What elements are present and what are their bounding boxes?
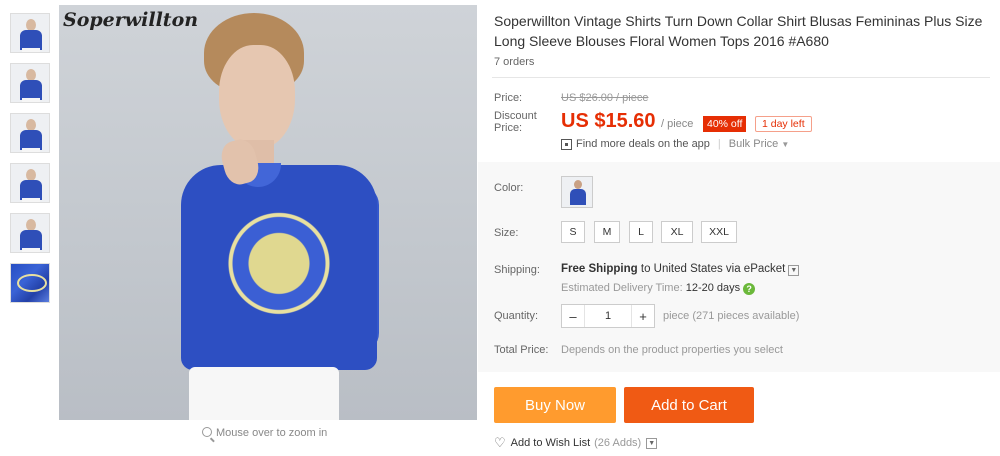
chevron-down-icon[interactable]: ▼ [646, 437, 658, 449]
app-deals-link[interactable]: Find more deals on the app [576, 138, 710, 150]
thumbnail-2[interactable] [10, 63, 50, 103]
delivery-estimate: Estimated Delivery Time: 12-20 days? [561, 282, 756, 295]
brand-watermark: Soperwillton [63, 9, 199, 31]
discount-price-label: Discount Price: [494, 110, 537, 134]
per-unit: / piece [661, 118, 694, 130]
size-option-xxl[interactable]: XXL [701, 221, 737, 243]
thumbnail-list [10, 13, 52, 313]
shipping-method[interactable]: Free Shipping to United States via ePack… [561, 263, 800, 276]
size-option-xl[interactable]: XL [661, 221, 693, 243]
quantity-label: Quantity: [494, 310, 539, 322]
chevron-down-icon[interactable]: ▼ [788, 265, 800, 276]
color-swatch[interactable] [561, 176, 593, 208]
add-to-wishlist[interactable]: ♡ Add to Wish List (26 Adds) ▼ [494, 435, 658, 451]
price-label: Price: [494, 92, 523, 104]
quantity-increase-button[interactable]: + [632, 305, 654, 327]
main-product-image[interactable]: Soperwillton [59, 5, 477, 420]
thumbnail-5[interactable] [10, 213, 50, 253]
size-label: Size: [494, 227, 519, 239]
thumbnail-3[interactable] [10, 113, 50, 153]
quantity-stepper: – 1 + [561, 304, 655, 328]
shipping-label: Shipping: [494, 264, 540, 276]
quantity-input[interactable]: 1 [584, 305, 632, 327]
stock-availability: piece (271 pieces available) [663, 310, 800, 322]
order-count[interactable]: 7 orders [494, 56, 534, 68]
color-label: Color: [494, 182, 524, 194]
size-option-s[interactable]: S [561, 221, 585, 243]
time-left-badge: 1 day left [755, 116, 812, 132]
discount-badge: 40% off [703, 116, 747, 132]
total-price-note: Depends on the product properties you se… [561, 344, 783, 356]
thumbnail-6[interactable] [10, 263, 50, 303]
size-option-l[interactable]: L [629, 221, 653, 243]
bulk-price-dropdown[interactable]: Bulk Price ▼ [729, 138, 789, 150]
add-to-cart-button[interactable]: Add to Cart [624, 387, 754, 423]
chevron-down-icon: ▼ [781, 140, 790, 149]
thumbnail-4[interactable] [10, 163, 50, 203]
original-price: US $26.00 / piece [561, 92, 649, 104]
buy-now-button[interactable]: Buy Now [494, 387, 616, 423]
help-icon[interactable]: ? [743, 283, 756, 295]
total-price-label: Total Price: [494, 344, 549, 356]
thumbnail-1[interactable] [10, 13, 50, 53]
divider [492, 77, 990, 78]
discount-price: US $15.60 [561, 110, 656, 132]
size-option-m[interactable]: M [594, 221, 620, 243]
product-title: Soperwillton Vintage Shirts Turn Down Co… [494, 13, 983, 49]
qr-code-icon [561, 138, 572, 150]
heart-icon: ♡ [494, 435, 506, 450]
app-deals-row: Find more deals on the app | Bulk Price ▼ [561, 138, 789, 150]
zoom-hint: Mouse over to zoom in [202, 427, 327, 439]
magnifier-icon [202, 427, 212, 437]
quantity-decrease-button[interactable]: – [562, 305, 584, 327]
